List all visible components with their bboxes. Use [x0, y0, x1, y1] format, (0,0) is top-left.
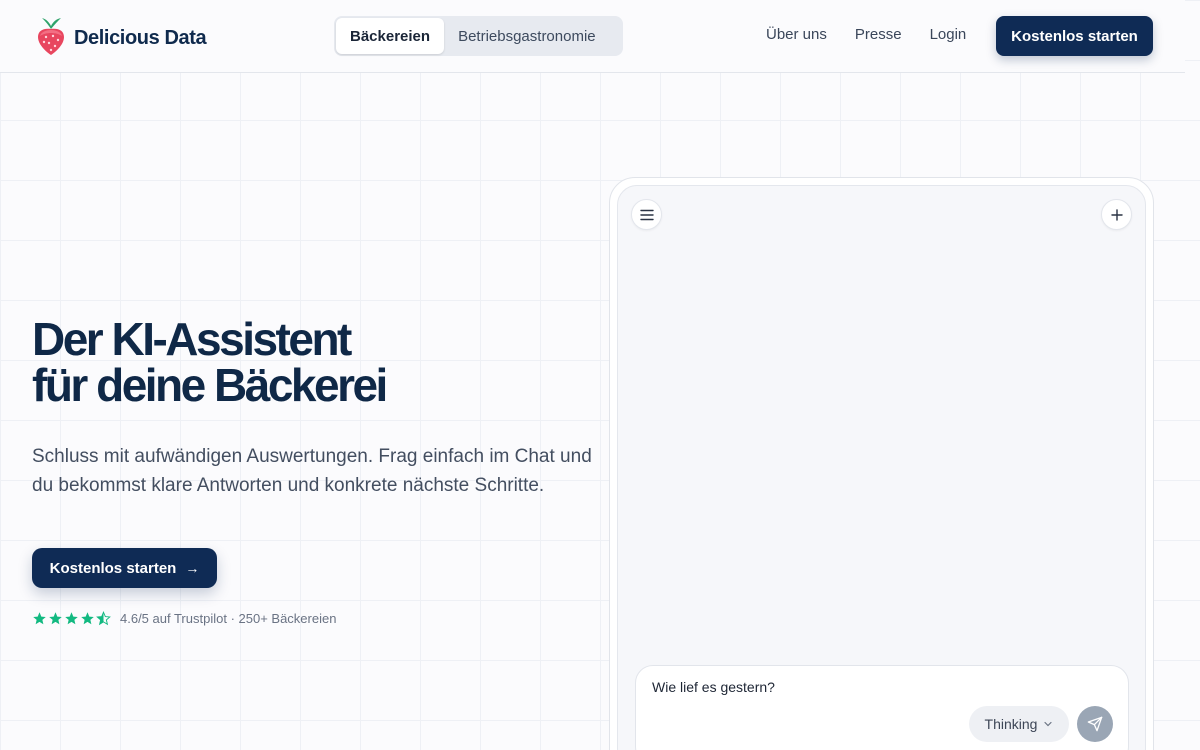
- mode-label: Thinking: [984, 716, 1038, 732]
- hero-title-line-1: Der KI-Assistent: [32, 313, 352, 365]
- hero-title: Der KI-Assistent für deine Bäckerei: [32, 313, 388, 411]
- hero-title-line-2: für deine Bäckerei: [32, 359, 388, 411]
- audience-switcher: Bäckereien Betriebsgastronomie: [334, 16, 623, 56]
- segment-betriebsgastronomie[interactable]: Betriebsgastronomie: [444, 18, 610, 54]
- hero-cta-button[interactable]: Kostenlos starten →: [32, 548, 217, 588]
- nav-presse[interactable]: Presse: [855, 26, 902, 43]
- chat-input[interactable]: Wie lief es gestern?: [652, 679, 775, 695]
- trustpilot-rating: 4.6/5 auf Trustpilot · 250+ Bäckereien: [32, 611, 336, 626]
- star-icon: [65, 612, 78, 625]
- rating-text: 4.6/5 auf Trustpilot · 250+ Bäckereien: [120, 611, 337, 626]
- nav-ueber-uns[interactable]: Über uns: [766, 26, 827, 43]
- star-icon: [81, 612, 94, 625]
- site-header: Delicious Data Bäckereien Betriebsgastro…: [0, 0, 1185, 73]
- strawberry-logo-icon: [38, 18, 64, 55]
- menu-icon: [639, 209, 654, 220]
- chevron-down-icon: [1044, 721, 1053, 727]
- plus-icon: [1110, 208, 1123, 221]
- new-chat-button[interactable]: [1101, 199, 1132, 230]
- star-icon: [49, 612, 62, 625]
- main-nav: Über uns Presse Login: [766, 26, 994, 43]
- chat-menu-button[interactable]: [631, 199, 662, 230]
- rating-stars: [32, 611, 112, 626]
- hero-subtitle: Schluss mit aufwändigen Auswertungen. Fr…: [32, 446, 592, 496]
- arrow-right-icon: →: [185, 560, 200, 576]
- hero-cta-label: Kostenlos starten: [49, 559, 177, 577]
- chat-window: Wie lief es gestern? Thinking: [617, 185, 1146, 750]
- chat-preview: Wie lief es gestern? Thinking: [609, 177, 1154, 750]
- send-icon: [1087, 716, 1103, 732]
- brand-name: Delicious Data: [74, 26, 207, 49]
- send-button[interactable]: [1077, 706, 1113, 742]
- chat-composer[interactable]: Wie lief es gestern? Thinking: [635, 665, 1129, 750]
- star-icon: [33, 612, 46, 625]
- brand-logo[interactable]: Delicious Data: [36, 16, 207, 56]
- nav-login[interactable]: Login: [930, 26, 967, 43]
- segment-baeckereien[interactable]: Bäckereien: [336, 18, 445, 54]
- mode-selector[interactable]: Thinking: [969, 706, 1069, 742]
- half-star-icon: [96, 611, 111, 626]
- header-cta-button[interactable]: Kostenlos starten: [996, 16, 1153, 56]
